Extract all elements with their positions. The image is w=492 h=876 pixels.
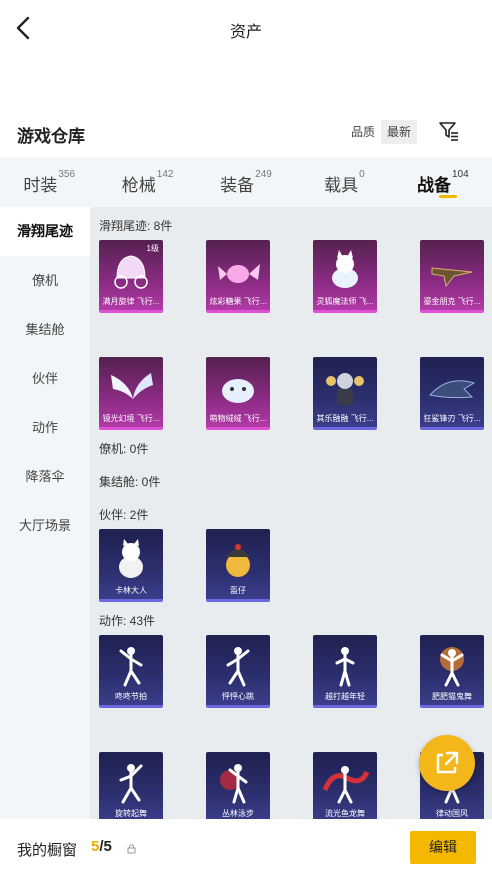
section-title-emote: 动作: 43件: [99, 614, 156, 628]
item-name: 其乐融融 飞行...: [316, 414, 374, 423]
edit-button[interactable]: 编辑: [410, 831, 476, 864]
section-title-glide: 滑翔尾迹: 8件: [99, 219, 173, 233]
item-name: 肥肥猫鬼舞: [432, 692, 472, 701]
wings-icon: [111, 373, 153, 399]
filter-icon[interactable]: [438, 120, 460, 142]
shark-icon: [429, 380, 476, 399]
item-card[interactable]: 流光鱼龙舞: [313, 752, 377, 819]
item-card[interactable]: 卡林大人: [99, 529, 163, 602]
sidebar-item-partner[interactable]: 伙伴: [0, 354, 90, 403]
carriage-icon: [114, 255, 148, 289]
bottom-bar: 我的橱窗 5/5 编辑: [0, 819, 492, 876]
item-name: 炫彩糖果 飞行...: [209, 297, 267, 306]
item-name: 满月旋律 飞行...: [102, 297, 160, 306]
tab-count: 0: [359, 169, 365, 180]
item-card[interactable]: 丛林泳步: [206, 752, 270, 819]
item-card[interactable]: 灵狐魔法师 飞...: [313, 240, 377, 313]
item-card[interactable]: 肥肥猫鬼舞: [420, 635, 484, 708]
item-card[interactable]: 怦怦心跳: [206, 635, 270, 708]
share-button[interactable]: [419, 735, 475, 791]
item-name: 咚咚节拍: [115, 692, 147, 701]
dancer-icon: [226, 647, 250, 687]
sidebar: 滑翔尾迹 僚机 集结舱 伙伴 动作 降落伞 大厅场景: [0, 207, 90, 819]
tab-equipment[interactable]: 装备 249: [197, 157, 295, 207]
section-title-wingman: 僚机: 0件: [99, 442, 149, 456]
item-card[interactable]: 萌物绒绒 飞行...: [206, 357, 270, 430]
fire-dancer-icon: [440, 647, 464, 687]
section-title-pod: 集结舱: 0件: [99, 475, 161, 489]
item-level: 1级: [146, 244, 159, 253]
robot-icon: [326, 373, 364, 405]
item-name: 盔仔: [230, 586, 246, 595]
tab-guns[interactable]: 枪械 142: [98, 157, 196, 207]
item-card[interactable]: 旋转起舞: [99, 752, 163, 819]
red-dancer-icon: [220, 764, 248, 804]
sidebar-item-emote[interactable]: 动作: [0, 403, 90, 452]
item-name: 鎏金朋克 飞行...: [423, 297, 481, 306]
page-title: 资产: [229, 24, 262, 41]
item-card[interactable]: 咚咚节拍: [99, 635, 163, 708]
sidebar-item-assembly-pod[interactable]: 集结舱: [0, 305, 90, 354]
sort-toggle: 品质 最新: [345, 120, 418, 144]
tab-label: 时装: [23, 176, 58, 195]
item-card[interactable]: 炫彩糖果 飞行...: [206, 240, 270, 313]
tab-count: 142: [156, 169, 174, 180]
category-tabs: 时装 356 枪械 142 装备 249 载具 0 战备 104: [0, 157, 492, 207]
dragon-dancer-icon: [322, 766, 370, 804]
item-name: 律动国风: [436, 809, 468, 818]
item-card[interactable]: 越打越年轻: [313, 635, 377, 708]
share-icon: [436, 751, 459, 774]
sidebar-item-glide-trail[interactable]: 滑翔尾迹: [0, 207, 90, 256]
sidebar-item-parachute[interactable]: 降落伞: [0, 452, 90, 501]
item-name: 镜光幻境 飞行...: [102, 414, 160, 423]
item-name: 怦怦心跳: [222, 692, 254, 701]
item-name: 狂鲨锋刃 飞行...: [423, 414, 481, 423]
tab-battle-prep[interactable]: 战备 104: [394, 157, 492, 207]
section-title-partner: 伙伴: 2件: [99, 508, 149, 522]
tab-label: 装备: [220, 176, 255, 195]
item-card[interactable]: 狂鲨锋刃 飞行...: [420, 357, 484, 430]
item-name: 卡林大人: [115, 586, 147, 595]
warehouse-title: 游戏仓库: [17, 127, 85, 146]
dancer-icon: [119, 647, 143, 687]
item-card[interactable]: 镜光幻境 飞行...: [99, 357, 163, 430]
tab-count: 356: [58, 169, 76, 180]
active-tab-indicator: [438, 195, 457, 198]
tab-count: 249: [255, 169, 272, 180]
sort-latest-button[interactable]: 最新: [381, 120, 418, 144]
tab-label: 载具: [324, 176, 359, 195]
dancer-icon: [119, 764, 143, 804]
dancer-icon: [335, 647, 355, 687]
sidebar-item-lobby-scene[interactable]: 大厅场景: [0, 501, 90, 550]
showcase-total: 5: [103, 838, 112, 855]
tab-label: 战备: [416, 176, 451, 195]
item-card[interactable]: 1级 满月旋律 飞行...: [99, 240, 163, 313]
fox-icon: [332, 250, 358, 288]
showcase-count: 5/5: [91, 838, 112, 855]
sort-quality-button[interactable]: 品质: [345, 120, 382, 144]
candy-icon: [218, 264, 260, 283]
plush-icon: [222, 379, 254, 403]
sidebar-item-wingman[interactable]: 僚机: [0, 256, 90, 305]
item-grid: 滑翔尾迹: 8件 1级 满月旋律 飞行... 炫彩糖果 飞行... 灵狐魔法师 …: [90, 207, 492, 819]
item-card[interactable]: 鎏金朋克 飞行...: [420, 240, 484, 313]
item-card[interactable]: 盔仔: [206, 529, 270, 602]
tab-fashion[interactable]: 时装 356: [0, 157, 98, 207]
item-name: 旋转起舞: [115, 809, 147, 818]
item-name: 丛林泳步: [222, 809, 254, 818]
item-name: 越打越年轻: [325, 692, 365, 701]
tab-count: 104: [451, 169, 469, 180]
tab-vehicles[interactable]: 载具 0: [295, 157, 393, 207]
item-name: 灵狐魔法师 飞...: [316, 297, 374, 306]
showcase-label: 我的橱窗: [17, 842, 78, 859]
item-name: 萌物绒绒 飞行...: [209, 414, 267, 423]
item-name: 流光鱼龙舞: [325, 809, 365, 818]
lock-icon: [127, 844, 136, 854]
jet-icon: [431, 267, 473, 288]
top-bar: 资产: [0, 0, 492, 56]
helmet-chick-icon: [226, 544, 250, 577]
cat-icon: [119, 539, 143, 578]
tab-label: 枪械: [121, 176, 156, 195]
item-card[interactable]: 其乐融融 飞行...: [313, 357, 377, 430]
